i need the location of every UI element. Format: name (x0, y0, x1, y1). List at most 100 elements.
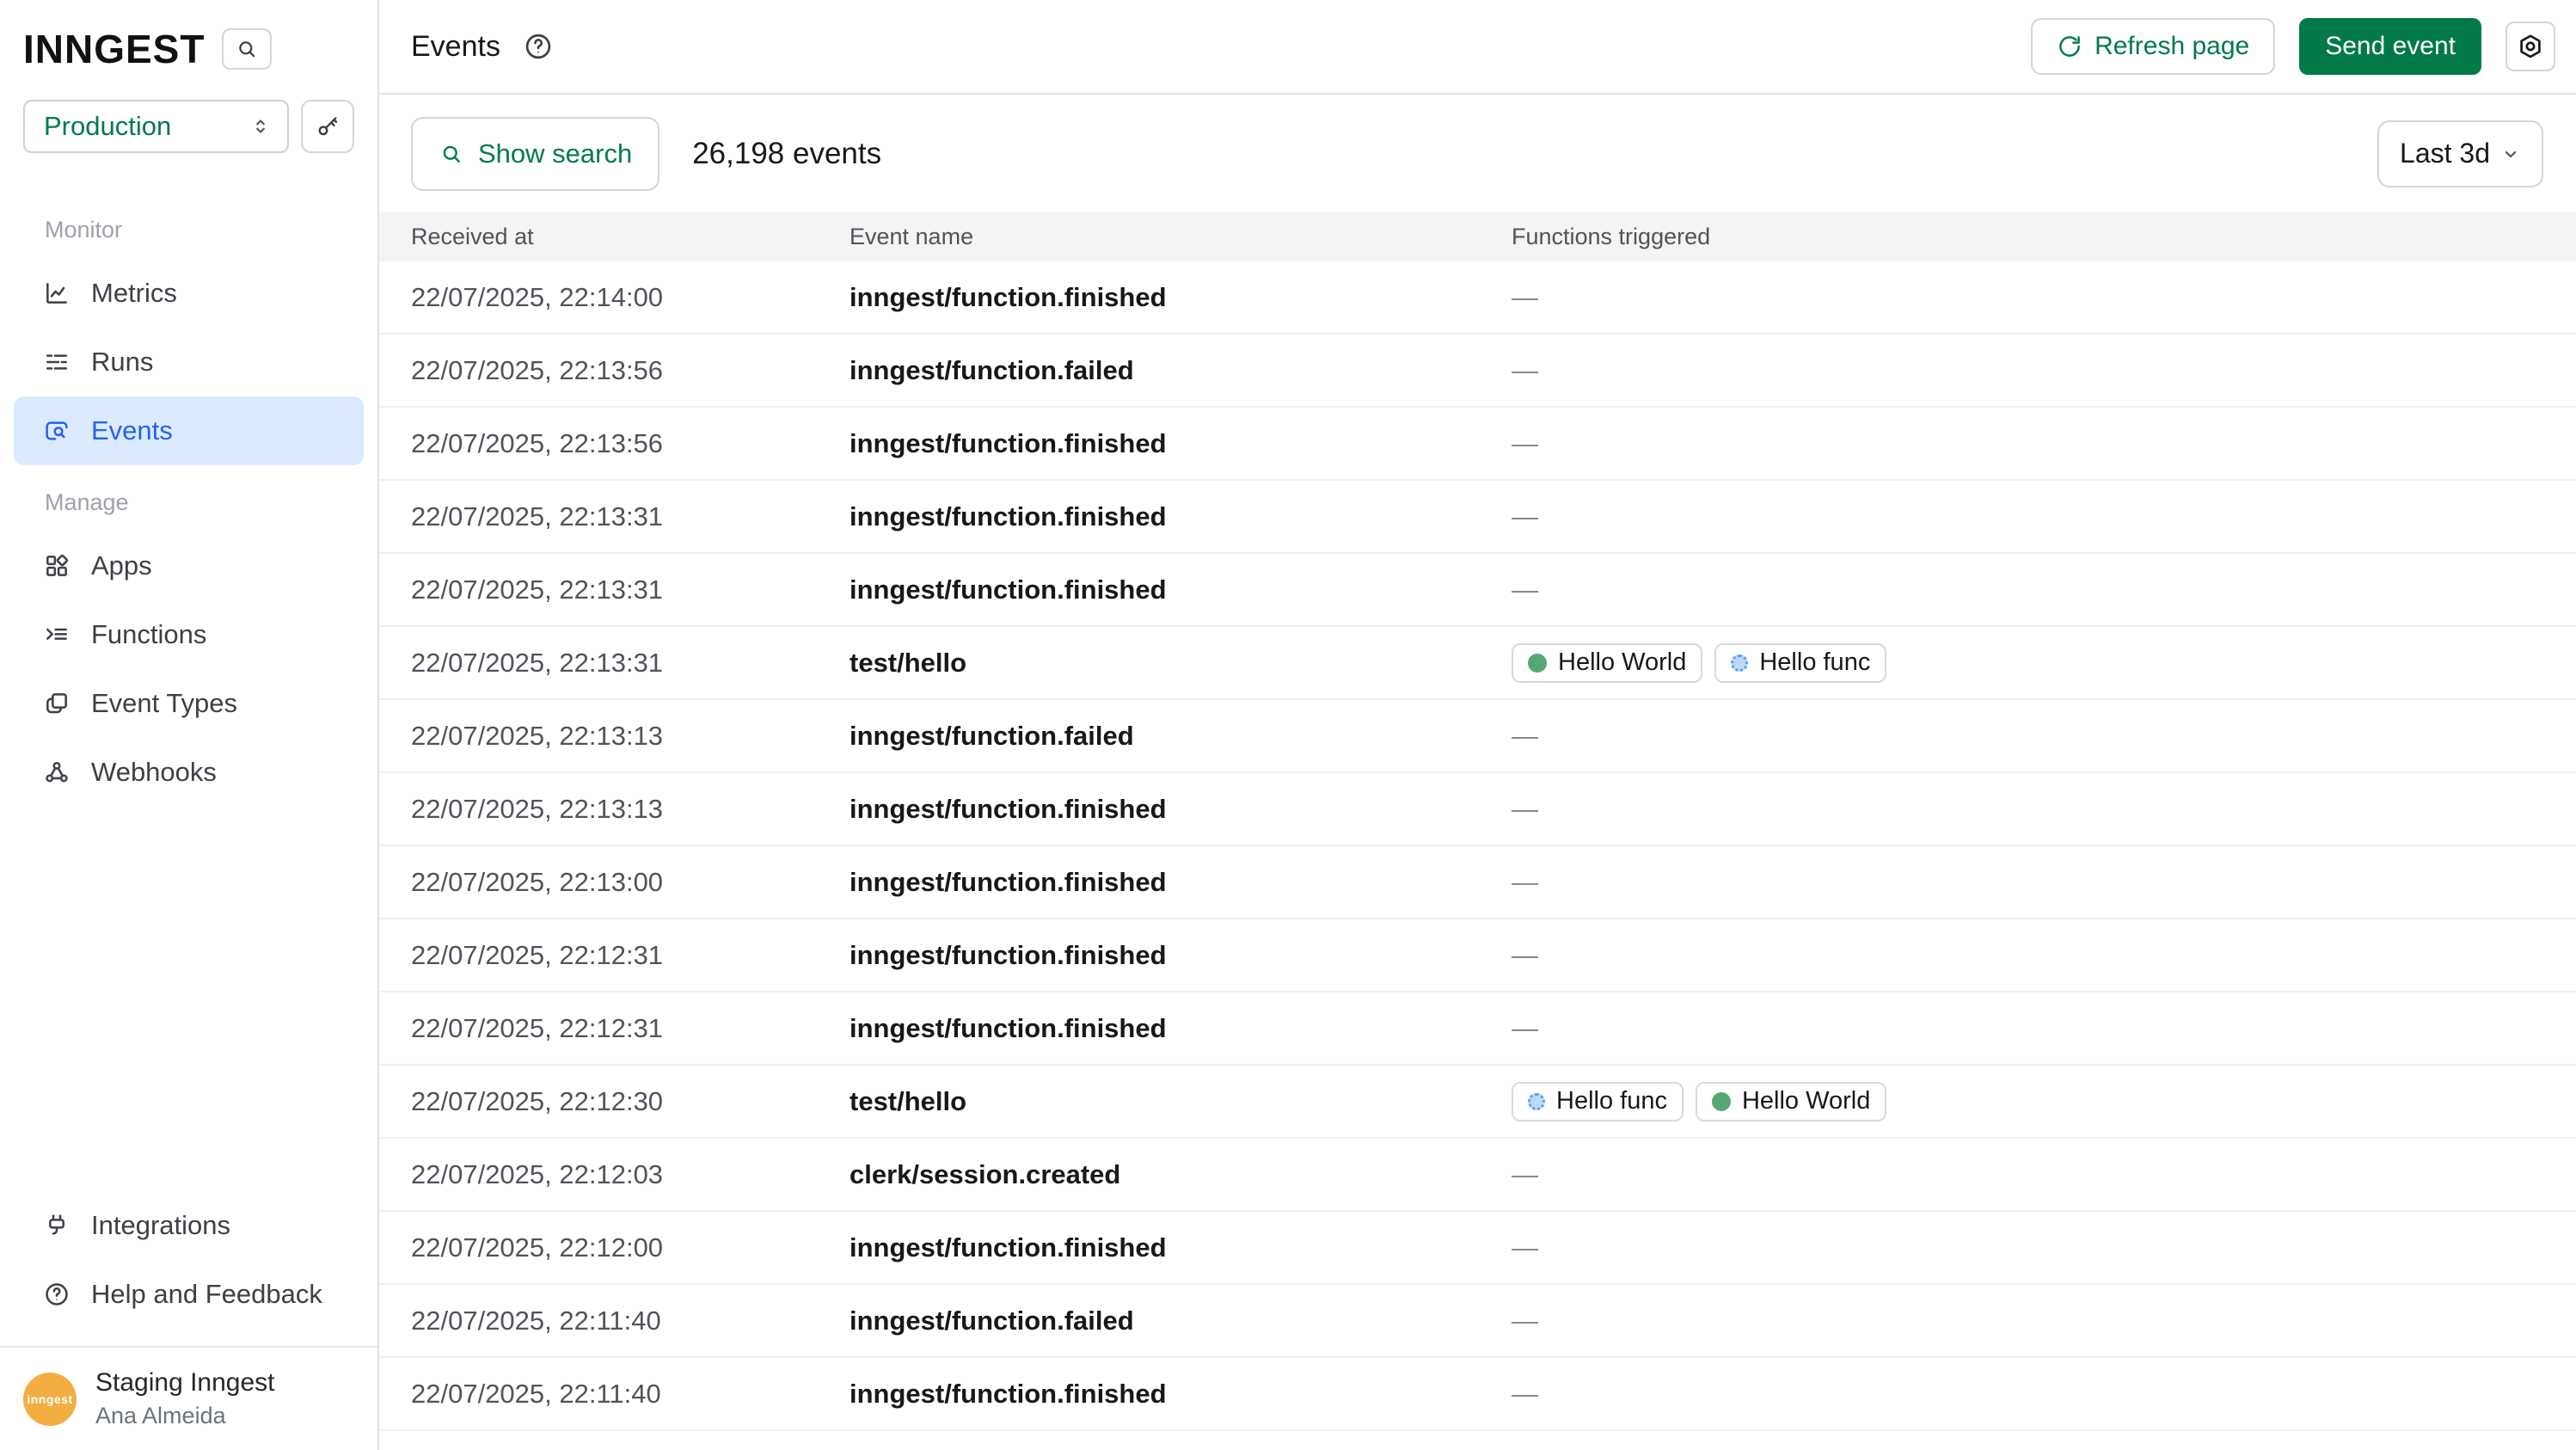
no-functions-dash: — (1512, 282, 1538, 313)
table-row[interactable]: 22/07/2025, 22:12:00inngest/function.fin… (379, 1212, 2576, 1285)
cell-event-name: inngest/function.finished (849, 501, 1512, 532)
refresh-page-label: Refresh page (2095, 32, 2249, 61)
inngest-logo: INNGEST (23, 26, 205, 72)
table-header: Received at Event name Functions trigger… (379, 212, 2576, 261)
cell-event-name: test/hello (849, 648, 1512, 679)
function-badge[interactable]: Hello func (1512, 1082, 1684, 1121)
user-name: Ana Almeida (95, 1403, 275, 1429)
sidebar-item-label: Functions (91, 619, 206, 650)
metrics-chart-icon (43, 280, 71, 307)
show-search-button[interactable]: Show search (411, 117, 659, 191)
question-circle-icon (43, 1281, 71, 1308)
cell-event-name: inngest/function.finished (849, 428, 1512, 459)
cell-functions-triggered: — (1512, 282, 2576, 313)
event-keys-button[interactable] (301, 100, 354, 153)
sidebar-item-help-feedback[interactable]: Help and Feedback (14, 1260, 364, 1329)
table-row[interactable]: 22/07/2025, 22:13:31inngest/function.fin… (379, 554, 2576, 627)
cell-functions-triggered: — (1512, 940, 2576, 971)
cell-functions-triggered: — (1512, 1232, 2576, 1263)
send-event-button[interactable]: Send event (2299, 18, 2481, 75)
function-badge[interactable]: Hello World (1696, 1082, 1886, 1121)
account-info: Staging Inngest Ana Almeida (95, 1368, 275, 1429)
workspace-avatar: inngest (23, 1373, 77, 1426)
cell-received-at: 22/07/2025, 22:12:30 (411, 1086, 849, 1117)
table-row[interactable]: 22/07/2025, 22:12:31inngest/function.fin… (379, 919, 2576, 992)
table-row[interactable]: 22/07/2025, 22:13:31inngest/function.fin… (379, 481, 2576, 554)
cell-received-at: 22/07/2025, 22:12:03 (411, 1159, 849, 1190)
table-row[interactable]: 22/07/2025, 22:13:13inngest/function.fin… (379, 773, 2576, 846)
cell-functions-triggered: Hello World Hello func (1512, 643, 2576, 683)
sidebar-item-functions[interactable]: Functions (14, 600, 364, 669)
column-header-functions-triggered: Functions triggered (1512, 224, 2576, 250)
sidebar-nav: Monitor Metrics Runs (0, 193, 377, 807)
page-title: Events (411, 30, 500, 64)
cell-functions-triggered: — (1512, 721, 2576, 752)
show-search-label: Show search (478, 138, 632, 169)
sidebar-item-label: Runs (91, 347, 153, 378)
table-row[interactable]: 22/07/2025, 22:14:00inngest/function.fin… (379, 261, 2576, 335)
settings-button[interactable] (2505, 22, 2555, 71)
table-row[interactable]: 22/07/2025, 22:11:40inngest/function.fin… (379, 1358, 2576, 1431)
cell-received-at: 22/07/2025, 22:13:00 (411, 867, 849, 898)
sidebar-item-apps[interactable]: Apps (14, 531, 364, 600)
refresh-page-button[interactable]: Refresh page (2031, 18, 2275, 75)
help-circle-icon[interactable] (523, 31, 554, 62)
sidebar-item-label: Events (91, 415, 173, 446)
function-badge[interactable]: Hello World (1512, 643, 1702, 683)
events-count: 26,198 events (692, 137, 881, 171)
plug-icon (43, 1212, 71, 1239)
cell-received-at: 22/07/2025, 22:11:40 (411, 1379, 849, 1410)
no-functions-dash: — (1512, 867, 1538, 898)
column-header-event-name: Event name (849, 224, 1512, 250)
function-status-dot (1712, 1092, 1731, 1111)
cell-functions-triggered: — (1512, 1159, 2576, 1190)
table-row[interactable]: 22/07/2025, 22:13:56inngest/function.fin… (379, 408, 2576, 481)
global-search-button[interactable] (222, 28, 272, 70)
no-functions-dash: — (1512, 940, 1538, 971)
table-row[interactable]: 22/07/2025, 22:13:13inngest/function.fai… (379, 700, 2576, 773)
cell-functions-triggered: — (1512, 501, 2576, 532)
sidebar-item-events[interactable]: Events (14, 396, 364, 465)
sidebar-item-metrics[interactable]: Metrics (14, 259, 364, 328)
table-row[interactable]: 22/07/2025, 22:13:00inngest/function.fin… (379, 846, 2576, 919)
sidebar: INNGEST Production (0, 0, 379, 1450)
table-row[interactable]: 22/07/2025, 22:13:56inngest/function.fai… (379, 335, 2576, 408)
no-functions-dash: — (1512, 1445, 1538, 1450)
cell-received-at: 22/07/2025, 22:13:13 (411, 794, 849, 825)
table-row[interactable]: 22/07/2025, 22:11:40inngest/function.fai… (379, 1285, 2576, 1358)
cell-received-at: 22/07/2025, 22:12:31 (411, 1013, 849, 1044)
cell-functions-triggered: — (1512, 1013, 2576, 1044)
cell-functions-triggered: — (1512, 428, 2576, 459)
cell-functions-triggered: Hello func Hello World (1512, 1082, 2576, 1121)
sidebar-item-integrations[interactable]: Integrations (14, 1191, 364, 1260)
chevron-up-down-icon (249, 115, 272, 138)
functions-code-icon (43, 621, 71, 648)
no-functions-dash: — (1512, 794, 1538, 825)
cell-received-at: 22/07/2025, 22:13:13 (411, 721, 849, 752)
table-row[interactable]: 22/07/2025, 22:12:31inngest/function.fin… (379, 992, 2576, 1066)
cell-event-name: inngest/function.finished (849, 1013, 1512, 1044)
account-menu[interactable]: inngest Staging Inngest Ana Almeida (0, 1346, 377, 1450)
sidebar-spacer (0, 807, 377, 1191)
table-row[interactable]: 22/07/2025, 22:12:30test/helloHello func… (379, 1066, 2576, 1139)
cell-event-name: inngest/function.finished (849, 794, 1512, 825)
refresh-icon (2057, 34, 2082, 59)
events-toolbar: Show search 26,198 events Last 3d (379, 95, 2576, 212)
function-badge[interactable]: Hello func (1714, 643, 1886, 683)
event-types-copy-icon (43, 690, 71, 717)
no-functions-dash: — (1512, 721, 1538, 752)
sidebar-item-webhooks[interactable]: Webhooks (14, 738, 364, 807)
gear-icon (2517, 33, 2544, 60)
environment-select[interactable]: Production (23, 100, 289, 153)
events-search-icon (43, 417, 71, 445)
cell-event-name: inngest/function.finished (849, 867, 1512, 898)
time-range-select[interactable]: Last 3d (2377, 120, 2543, 187)
sidebar-item-runs[interactable]: Runs (14, 328, 364, 396)
cell-event-name: clerk/session.created (849, 1159, 1512, 1190)
cell-received-at: 22/07/2025, 22:14:00 (411, 282, 849, 313)
table-row[interactable]: 22/07/2025, 22:11:13inngest/function.fin… (379, 1431, 2576, 1450)
events-table-body: 22/07/2025, 22:14:00 inngest/function.fin… (379, 261, 2576, 1450)
table-row[interactable]: 22/07/2025, 22:12:03clerk/session.create… (379, 1139, 2576, 1212)
table-row[interactable]: 22/07/2025, 22:13:31test/helloHello Worl… (379, 627, 2576, 700)
sidebar-item-event-types[interactable]: Event Types (14, 669, 364, 738)
